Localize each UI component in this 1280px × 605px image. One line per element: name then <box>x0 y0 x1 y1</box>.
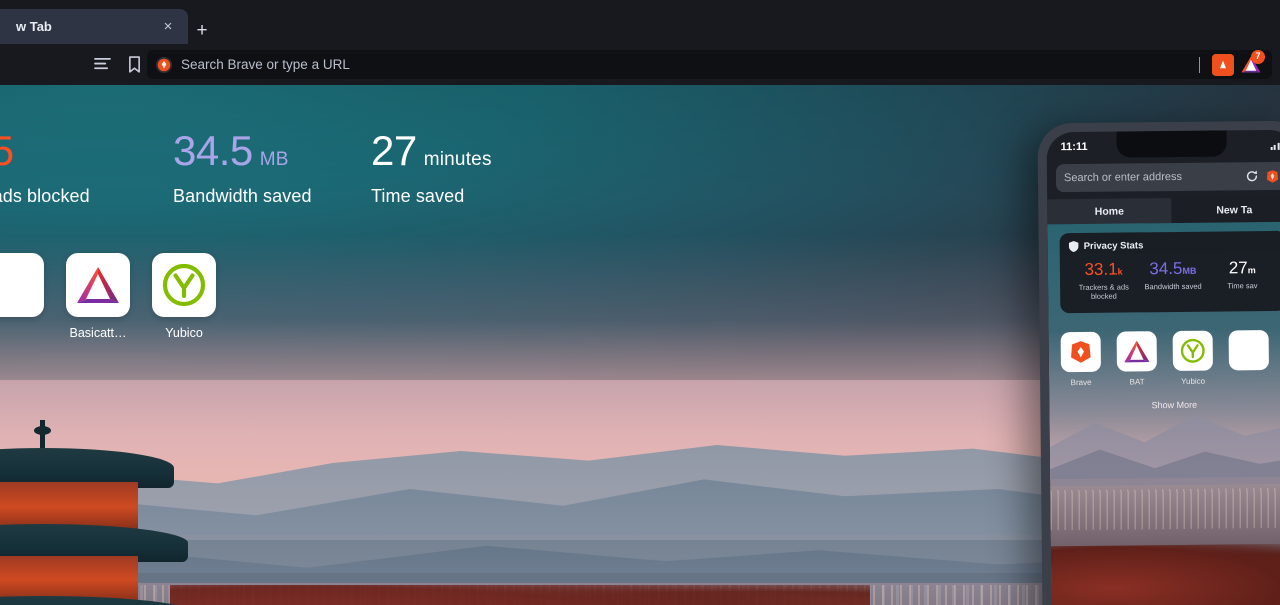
brave-shield-icon[interactable] <box>155 56 173 74</box>
phone-privacy-stats-title: Privacy Stats <box>1083 240 1144 252</box>
yubico-y-icon <box>1172 330 1213 372</box>
phone-shortcut-tiles: Brave BAT Yubico <box>1060 330 1280 388</box>
browser-chrome: w Tab × + Search Brave or type a URL 7 <box>0 0 1280 85</box>
autumn-foliage <box>170 585 870 605</box>
phone-stat-trackers-label: Trackers & ads blocked <box>1078 282 1129 302</box>
browser-window: 135 ers & ads blocked 34.5MB Bandwidth s… <box>0 0 1280 605</box>
phone-stat-bandwidth: 34.5MB Bandwidth saved <box>1138 258 1208 301</box>
text-cursor <box>1199 56 1200 73</box>
pagoda-silhouette <box>0 420 240 605</box>
address-bar-placeholder: Search Brave or type a URL <box>181 57 350 72</box>
signal-bars-icon <box>1270 140 1280 150</box>
phone-stat-time-label: Time sav <box>1227 281 1258 291</box>
stat-bandwidth-saved: 34.5 MB Bandwidth saved <box>173 130 363 207</box>
phone-privacy-stats-card: Privacy Stats 33.1k Trackers & ads block… <box>1059 230 1280 314</box>
stat-time-unit: minutes <box>423 149 492 170</box>
stat-trackers-label: ers & ads blocked <box>0 186 90 206</box>
phone-stat-bandwidth-label: Bandwidth saved <box>1144 281 1202 292</box>
pagoda-finial <box>34 426 51 435</box>
phone-mockup: 11:11 Search or enter address Home New T… <box>1037 120 1280 605</box>
phone-shortcut-brave-label: Brave <box>1070 377 1092 388</box>
bat-extension-badge: 7 <box>1251 49 1265 64</box>
phone-shortcut-yubico-label: Yubico <box>1181 376 1206 386</box>
pagoda-spire <box>40 420 45 450</box>
shield-icon <box>1068 241 1079 253</box>
phone-tab-bar: Home New Ta <box>1047 196 1280 225</box>
reading-list-icon[interactable] <box>89 52 115 78</box>
brave-rewards-icon[interactable] <box>1212 53 1234 76</box>
tab-title: w Tab <box>16 19 52 34</box>
phone-tab-new-tab[interactable]: New Ta <box>1172 196 1280 224</box>
close-icon[interactable]: × <box>158 17 178 37</box>
phone-stat-time-value: 27m <box>1228 258 1256 278</box>
phone-notch <box>1116 130 1227 158</box>
phone-shortcut-extra[interactable] <box>1228 330 1270 385</box>
phone-city-lights <box>1050 487 1280 531</box>
address-bar[interactable]: Search Brave or type a URL 7 <box>147 49 1272 79</box>
phone-shortcut-bat-label: BAT <box>1129 377 1145 387</box>
phone-stat-bandwidth-value: 34.5MB <box>1149 258 1197 279</box>
tab-strip: w Tab × + <box>0 0 1280 44</box>
brave-lion-icon <box>1060 331 1101 373</box>
stat-trackers-value: 135 <box>0 127 14 174</box>
blank-tile-icon <box>1228 330 1269 371</box>
bat-triangle-icon <box>1116 331 1157 372</box>
phone-stat-trackers-value: 33.1k <box>1084 259 1123 279</box>
stat-time-label: Time saved <box>371 186 465 206</box>
shortcut-tiles: Basicatt… Yubico <box>0 253 216 340</box>
reload-icon[interactable] <box>1245 169 1259 183</box>
phone-autumn-foliage <box>1047 543 1280 605</box>
bat-extension-icon[interactable]: 7 <box>1240 49 1265 76</box>
stat-time-saved: 27 minutes Time saved <box>371 130 492 207</box>
phone-new-tab-content: Privacy Stats 33.1k Trackers & ads block… <box>1047 221 1280 605</box>
shortcut-tile-partial[interactable] <box>0 253 44 340</box>
stat-bandwidth-unit: MB <box>259 149 289 170</box>
phone-stat-time: 27m Time sav <box>1207 258 1277 300</box>
privacy-stats-row: 135 ers & ads blocked 34.5MB Bandwidth s… <box>0 130 500 207</box>
phone-show-more-link[interactable]: Show More <box>1049 399 1280 412</box>
phone-clock: 11:11 <box>1060 140 1088 154</box>
brave-lion-icon[interactable] <box>1265 168 1280 183</box>
yubico-y-icon <box>152 253 216 317</box>
shortcut-tile-bat[interactable]: Basicatt… <box>66 253 130 340</box>
phone-screen: 11:11 Search or enter address Home New T… <box>1046 129 1280 605</box>
stat-bandwidth-label: Bandwidth saved <box>173 186 312 206</box>
phone-address-placeholder: Search or enter address <box>1063 170 1183 185</box>
phone-privacy-stats-list: 33.1k Trackers & ads blocked 34.5MB Band… <box>1069 258 1277 302</box>
tab-new-tab[interactable]: w Tab × <box>0 9 188 44</box>
phone-address-bar[interactable]: Search or enter address <box>1055 161 1280 193</box>
phone-shortcut-yubico[interactable]: Yubico <box>1172 330 1214 386</box>
phone-privacy-stats-header: Privacy Stats <box>1068 239 1277 253</box>
phone-tab-home[interactable]: Home <box>1047 198 1173 225</box>
shortcut-tile-yubico-label: Yubico <box>165 326 203 340</box>
shortcut-tile-yubico[interactable]: Yubico <box>152 253 216 340</box>
phone-shortcut-bat[interactable]: BAT <box>1116 331 1158 387</box>
bookmark-icon[interactable] <box>121 52 147 78</box>
shortcut-tile-bat-label: Basicatt… <box>69 326 127 340</box>
new-tab-button[interactable]: + <box>190 18 214 42</box>
browser-toolbar: Search Brave or type a URL 7 <box>0 44 1280 85</box>
stat-trackers-blocked: 135 ers & ads blocked <box>0 130 165 207</box>
bat-triangle-icon <box>66 253 130 317</box>
phone-stat-trackers: 33.1k Trackers & ads blocked <box>1069 259 1139 302</box>
phone-shortcut-brave[interactable]: Brave <box>1060 331 1102 388</box>
pagoda-roof-3 <box>0 596 204 605</box>
stat-time-value: 27 minutes <box>371 127 492 174</box>
blank-tile-icon <box>0 253 44 317</box>
stat-bandwidth-value: 34.5 MB <box>173 127 289 174</box>
